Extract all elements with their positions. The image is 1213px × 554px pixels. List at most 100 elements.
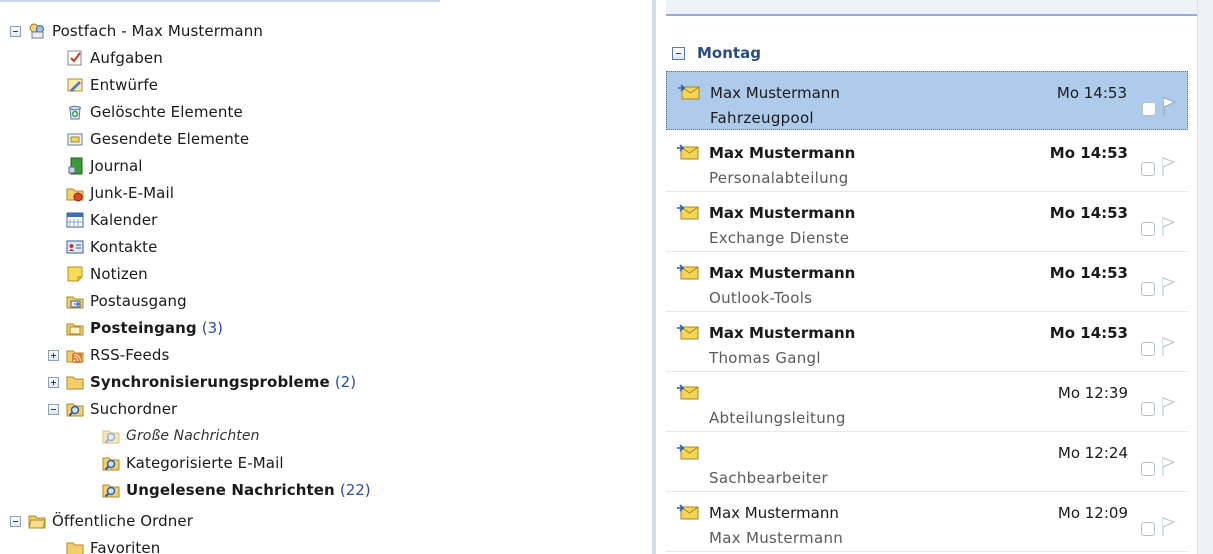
tasks-icon (67, 50, 82, 66)
collapse-icon[interactable] (10, 25, 21, 37)
tree-item-label: Posteingang (90, 319, 197, 337)
contacts-icon (66, 240, 84, 254)
envelope-icon (677, 144, 699, 160)
message-sender: Max Mustermann (709, 264, 856, 282)
message-row[interactable]: Max Mustermann Personalabteilung Mo 14:5… (666, 132, 1188, 192)
tree-item-label: RSS-Feeds (90, 346, 170, 364)
tree-item-label: Große Nachrichten (126, 428, 260, 444)
message-row[interactable]: Max Mustermann Outlook-Tools Mo 14:53 (666, 252, 1188, 312)
message-subject: Outlook-Tools (709, 289, 813, 307)
rss-icon (66, 350, 84, 363)
tree-item-notizen[interactable]: Notizen (66, 261, 148, 287)
tree-item-label: Kalender (90, 211, 158, 229)
list-header-strip (666, 0, 1198, 16)
category-box[interactable] (1141, 162, 1155, 176)
tree-item-suchordner[interactable]: Suchordner (48, 396, 177, 422)
category-box[interactable] (1141, 342, 1155, 356)
tree-item-kategorisierte-e-mail[interactable]: Kategorisierte E-Mail (102, 450, 284, 476)
message-row[interactable]: Abteilungsleitung Mo 12:39 (666, 372, 1188, 432)
message-row[interactable]: Sachbearbeiter Mo 12:24 (666, 432, 1188, 492)
message-sender: Max Mustermann (709, 204, 856, 222)
collapse-icon[interactable] (48, 403, 59, 415)
envelope-icon (677, 444, 699, 460)
collapse-icon[interactable] (672, 46, 685, 60)
flag-icon[interactable] (1159, 335, 1177, 357)
tree-item-kontakte[interactable]: Kontakte (66, 234, 157, 260)
tree-item-label: Kategorisierte E-Mail (126, 454, 284, 472)
tree-item-label: Suchordner (90, 400, 178, 418)
message-list: Montag Max Mustermann Fahrzeugpool Mo 14… (656, 0, 1213, 554)
tree-item-mailbox[interactable]: Postfach - Max Mustermann (10, 18, 263, 44)
message-sender: Max Mustermann (710, 84, 840, 102)
tree-item-geloeschte-elemente[interactable]: Gelöschte Elemente (66, 99, 243, 125)
expand-icon[interactable] (48, 349, 59, 361)
message-row[interactable]: Max Mustermann Max Mustermann Mo 12:09 (666, 492, 1188, 552)
search-folder-icon (102, 457, 120, 471)
public-folders-icon (28, 515, 46, 529)
message-row[interactable]: Max Mustermann Thomas Gangl Mo 14:53 (666, 312, 1188, 372)
search-folder-icon (102, 484, 120, 498)
tree-item-postausgang[interactable]: Postausgang (66, 288, 187, 314)
tree-item-journal[interactable]: Journal (66, 153, 143, 179)
tree-item-label: Junk-E-Mail (90, 184, 174, 202)
tree-item-favoriten[interactable]: Favoriten (66, 535, 160, 554)
flag-icon[interactable] (1159, 215, 1177, 237)
tree-item-label: Gelöschte Elemente (90, 103, 243, 121)
category-box[interactable] (1141, 462, 1155, 476)
message-time: Mo 12:39 (1057, 384, 1128, 402)
category-box[interactable] (1141, 402, 1155, 416)
flag-icon[interactable] (1159, 155, 1177, 177)
tree-item-kalender[interactable]: Kalender (66, 207, 157, 233)
category-box[interactable] (1141, 282, 1155, 296)
envelope-icon (677, 264, 699, 280)
category-box[interactable] (1141, 522, 1155, 536)
category-box[interactable] (1141, 222, 1155, 236)
deleted-items-icon (69, 105, 81, 120)
tree-item-synchronisierungsprobleme[interactable]: Synchronisierungsprobleme (2) (48, 369, 356, 395)
envelope-icon (677, 384, 699, 400)
flag-icon[interactable] (1160, 95, 1178, 117)
message-time: Mo 14:53 (1049, 324, 1128, 342)
inbox-icon (66, 323, 84, 336)
envelope-icon (677, 504, 699, 520)
group-header-montag[interactable]: Montag (672, 40, 761, 66)
tree-item-oeffentliche-ordner[interactable]: Öffentliche Ordner (10, 508, 193, 534)
tree-item-label: Öffentliche Ordner (52, 512, 194, 530)
flag-icon[interactable] (1159, 395, 1177, 417)
tree-item-entwuerfe[interactable]: Entwürfe (66, 72, 158, 98)
tree-item-label: Kontakte (90, 238, 158, 256)
tree-item-grosse-nachrichten[interactable]: Große Nachrichten (102, 423, 260, 449)
tree-item-label: Favoriten (90, 539, 161, 554)
list-right-edge (1197, 0, 1213, 554)
tree-item-label: Aufgaben (90, 49, 163, 67)
message-time: Mo 14:53 (1049, 264, 1128, 282)
message-time: Mo 14:53 (1056, 84, 1127, 102)
drafts-icon (67, 78, 83, 92)
category-box[interactable] (1142, 102, 1156, 116)
tree-item-posteingang[interactable]: Posteingang (3) (66, 315, 223, 341)
junk-mail-icon (66, 188, 84, 202)
flag-icon[interactable] (1159, 515, 1177, 537)
folder-tree: Postfach - Max Mustermann Aufgaben Entwü… (0, 0, 652, 554)
tree-item-ungelesene-nachrichten[interactable]: Ungelesene Nachrichten (22) (102, 477, 371, 503)
expand-icon[interactable] (48, 376, 59, 388)
flag-icon[interactable] (1159, 275, 1177, 297)
message-row[interactable]: Max Mustermann Fahrzeugpool Mo 14:53 (666, 71, 1188, 130)
tree-item-label: Notizen (90, 265, 148, 283)
flag-icon[interactable] (1159, 455, 1177, 477)
collapse-icon[interactable] (10, 515, 21, 527)
message-subject: Exchange Dienste (709, 229, 850, 247)
message-subject: Thomas Gangl (709, 349, 821, 367)
tree-item-rss-feeds[interactable]: RSS-Feeds (48, 342, 169, 368)
tree-item-gesendete-elemente[interactable]: Gesendete Elemente (66, 126, 249, 152)
folder-icon (66, 376, 84, 390)
message-row[interactable]: Max Mustermann Exchange Dienste Mo 14:53 (666, 192, 1188, 252)
calendar-icon (66, 212, 84, 228)
tree-item-label: Entwürfe (90, 76, 159, 94)
tree-item-label: Ungelesene Nachrichten (126, 481, 335, 499)
tree-item-junk-e-mail[interactable]: Junk-E-Mail (66, 180, 174, 206)
tree-item-aufgaben[interactable]: Aufgaben (66, 45, 163, 71)
journal-icon (68, 157, 83, 175)
search-folder-icon (102, 430, 120, 444)
message-time: Mo 14:53 (1049, 144, 1128, 162)
